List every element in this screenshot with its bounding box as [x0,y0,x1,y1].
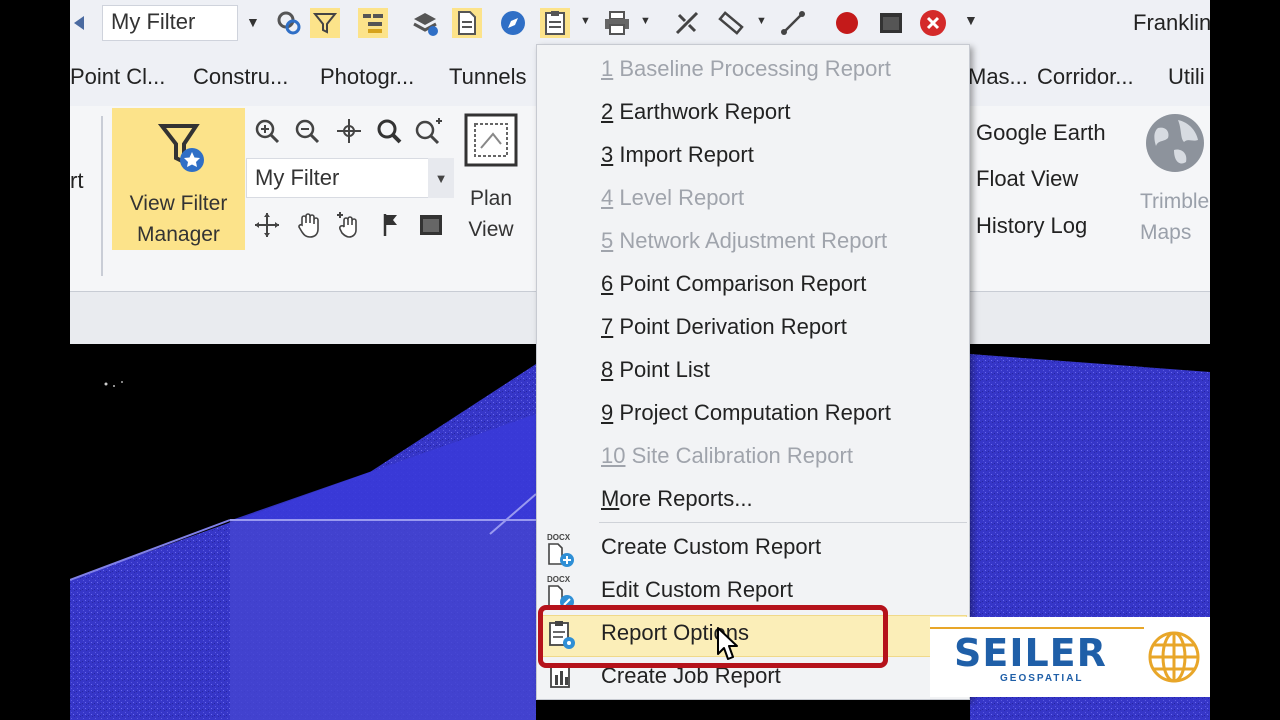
zoom-out-icon[interactable] [292,116,322,146]
zoom-previous-icon[interactable] [414,116,444,146]
logo-rule [930,627,1144,629]
menu-separator [599,522,967,523]
globe-icon[interactable] [1144,112,1206,174]
view-window-icon[interactable] [416,210,446,240]
plan-view-label: Plan View [468,187,514,241]
plan-view-icon [464,113,518,167]
tab-corridors[interactable]: Corridor... [1037,64,1134,90]
measure-icon[interactable] [672,8,702,38]
tab-tunnels[interactable]: Tunnels [449,64,526,90]
logo-subtitle: GEOSPATIAL [1000,673,1084,684]
history-log-button[interactable]: History Log [976,213,1087,239]
menu-item-point-comparison-report[interactable]: 6 Point Comparison Report [601,271,866,297]
ruler-icon[interactable] [716,8,746,38]
ribbon-cut-label: rt [70,168,84,193]
zoom-search-icon[interactable] [374,116,404,146]
document-icon[interactable] [452,8,482,38]
menu-item-point-list[interactable]: 8 Point List [601,357,710,383]
logo-wordmark: SEILER [954,631,1107,675]
pan-hand-icon[interactable] [294,210,324,240]
menu-item-level-report[interactable]: 4 Level Report [601,185,744,211]
edit-custom-report-icon: DOCX [547,575,577,609]
seiler-geospatial-logo: SEILER GEOSPATIAL [930,617,1210,697]
float-view-button[interactable]: Float View [976,166,1078,192]
tab-photogrammetry[interactable]: Photogr... [320,64,414,90]
chevron-down-icon[interactable]: ▼ [246,14,260,30]
tab-point-clouds[interactable]: Point Cl... [70,64,165,90]
chevron-down-icon[interactable]: ▼ [756,15,767,27]
menu-item-project-computation-report[interactable]: 9 Project Computation Report [601,400,891,426]
view-filter-manager-button[interactable]: View Filter Manager [112,108,245,250]
trimble-maps-button[interactable]: Trimble Maps [1140,186,1209,248]
tab-mass-haul[interactable]: Mas... [968,64,1028,90]
reports-dropdown-menu: 1 Baseline Processing Report 2 Earthwork… [536,44,970,700]
filter-combo[interactable]: My Filter [246,158,452,198]
search-link-icon[interactable] [274,8,304,38]
record-icon[interactable] [832,8,862,38]
line-tool-icon[interactable] [778,8,808,38]
chevron-down-icon[interactable]: ▼ [640,15,651,27]
menu-item-create-custom-report[interactable]: Create Custom Report [601,534,821,560]
filter-icon[interactable] [310,8,340,38]
highlight-annotation [538,605,888,668]
google-earth-button[interactable]: Google Earth [976,120,1106,146]
globe-logo-icon [1148,631,1200,683]
ribbon-divider [101,116,103,276]
flag-icon[interactable] [376,210,406,240]
mouse-cursor-icon [717,627,738,660]
menu-item-baseline-processing-report[interactable]: 1 Baseline Processing Report [601,56,891,82]
plan-view-button[interactable]: Plan View [458,112,524,245]
menu-item-more-reports[interactable]: More Reports... [601,486,753,512]
menu-item-earthwork-report[interactable]: 2 Earthwork Report [601,99,791,125]
user-name[interactable]: Franklin [1133,10,1210,36]
orbit-hand-icon[interactable] [334,210,364,240]
reports-clipboard-icon[interactable] [540,8,570,38]
menu-item-point-derivation-report[interactable]: 7 Point Derivation Report [601,314,847,340]
customize-toolbar-icon[interactable]: ▼ [964,12,978,28]
chevron-down-icon[interactable]: ▼ [580,15,591,27]
view-filter-manager-label: View Filter Manager [129,192,228,246]
pan-target-icon[interactable] [252,210,282,240]
zoom-in-icon[interactable] [252,116,282,146]
printer-icon[interactable] [602,8,632,38]
command-window-icon[interactable] [876,8,906,38]
layer-filter-icon[interactable] [358,8,388,38]
compass-icon[interactable] [498,8,528,38]
close-icon[interactable] [918,8,948,38]
zoom-extents-icon[interactable] [334,116,364,146]
menu-item-import-report[interactable]: 3 Import Report [601,142,754,168]
menu-item-site-calibration-report[interactable]: 10 Site Calibration Report [601,443,853,469]
undo-icon[interactable] [70,8,96,38]
tab-construction[interactable]: Constru... [193,64,288,90]
menu-item-edit-custom-report[interactable]: Edit Custom Report [601,577,793,603]
chevron-down-icon[interactable]: ▼ [428,158,454,198]
create-custom-report-icon: DOCX [547,533,577,567]
layers-icon[interactable] [410,8,440,38]
quick-filter-combo[interactable]: My Filter [102,5,238,41]
quick-access-toolbar: My Filter ▼ ▼ ▼ ▼ ▼ Franklin [70,0,1210,48]
menu-item-network-adjustment-report[interactable]: 5 Network Adjustment Report [601,228,887,254]
tab-utilities[interactable]: Utili [1168,64,1205,90]
